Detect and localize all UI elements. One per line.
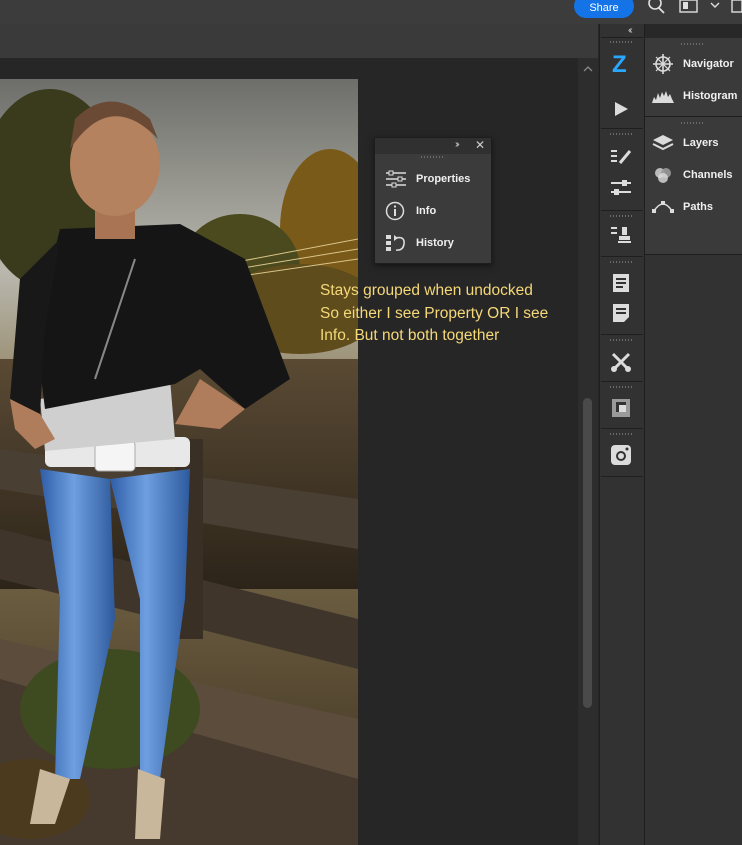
share-button[interactable]: Share bbox=[574, 0, 634, 18]
search-icon[interactable] bbox=[647, 0, 667, 14]
layers-icon bbox=[652, 135, 674, 151]
floating-panel-group[interactable]: ›› ✕ Properties Info History bbox=[374, 137, 492, 264]
properties-icon bbox=[386, 170, 406, 188]
properties-label: Properties bbox=[416, 173, 471, 185]
panel-item-properties[interactable]: Properties bbox=[385, 167, 470, 191]
panel-icon-column: ‹‹ Z bbox=[599, 24, 645, 845]
photo-image bbox=[0, 79, 358, 845]
notes-icon[interactable] bbox=[607, 270, 635, 296]
collapse-panels-icon[interactable]: ‹‹ bbox=[628, 25, 632, 36]
annotation-line: Info. But not both together bbox=[320, 327, 500, 344]
panel-item-channels[interactable]: Channels bbox=[651, 163, 733, 187]
channels-label: Channels bbox=[683, 169, 733, 181]
panel-item-layers[interactable]: Layers bbox=[651, 131, 718, 155]
panel-item-info[interactable]: Info bbox=[385, 199, 436, 223]
layers-label: Layers bbox=[683, 137, 719, 149]
play-icon[interactable] bbox=[607, 96, 635, 122]
histogram-label: Histogram bbox=[683, 90, 738, 102]
paths-icon bbox=[652, 201, 674, 213]
floating-panel-header[interactable]: ›› ✕ bbox=[375, 138, 491, 158]
panel-item-histogram[interactable]: Histogram bbox=[651, 84, 737, 108]
history-label: History bbox=[416, 237, 454, 249]
workspace-icon[interactable] bbox=[679, 0, 699, 14]
history-icon bbox=[386, 235, 405, 251]
chevron-down-icon[interactable] bbox=[709, 0, 721, 14]
svg-text:Z: Z bbox=[612, 51, 627, 75]
info-label: Info bbox=[416, 205, 437, 217]
close-icon[interactable]: ✕ bbox=[475, 138, 485, 152]
channels-icon bbox=[655, 168, 671, 183]
zoom-plugin-icon[interactable]: Z bbox=[607, 50, 635, 76]
panel-item-history[interactable]: History bbox=[385, 231, 454, 255]
libraries-icon[interactable] bbox=[607, 395, 635, 421]
camera-icon[interactable] bbox=[607, 442, 635, 468]
annotation-line: So either I see Property OR I see bbox=[320, 304, 549, 322]
document-tab-bar bbox=[0, 24, 598, 59]
right-panel-dock: Navigator Histogram Layers Channels Path… bbox=[645, 38, 742, 845]
scrollbar-thumb[interactable] bbox=[583, 398, 592, 708]
scroll-up-icon[interactable] bbox=[583, 64, 593, 74]
info-icon bbox=[385, 201, 405, 221]
navigator-label: Navigator bbox=[683, 58, 734, 70]
navigator-panel-group: Navigator Histogram bbox=[645, 38, 742, 117]
paths-label: Paths bbox=[683, 201, 713, 213]
annotation-note: Stays grouped when undocked So either I … bbox=[320, 280, 580, 348]
expand-panel-icon[interactable]: ›› bbox=[455, 139, 459, 150]
clone-source-icon[interactable] bbox=[607, 222, 635, 248]
paragraph-icon[interactable] bbox=[607, 300, 635, 326]
arrange-icon[interactable] bbox=[731, 0, 742, 14]
tool-presets-icon[interactable] bbox=[607, 349, 635, 375]
panel-item-paths[interactable]: Paths bbox=[651, 195, 713, 219]
brush-settings-icon[interactable] bbox=[607, 144, 635, 170]
panel-item-navigator[interactable]: Navigator bbox=[651, 52, 734, 76]
vertical-scrollbar[interactable] bbox=[578, 58, 598, 845]
adjustments-icon[interactable] bbox=[607, 175, 635, 201]
annotation-line: Stays grouped when undocked bbox=[320, 282, 533, 299]
app-header: Share bbox=[0, 0, 742, 24]
layers-panel-group: Layers Channels Paths bbox=[645, 117, 742, 255]
navigator-icon bbox=[653, 54, 673, 74]
histogram-icon bbox=[652, 91, 674, 103]
